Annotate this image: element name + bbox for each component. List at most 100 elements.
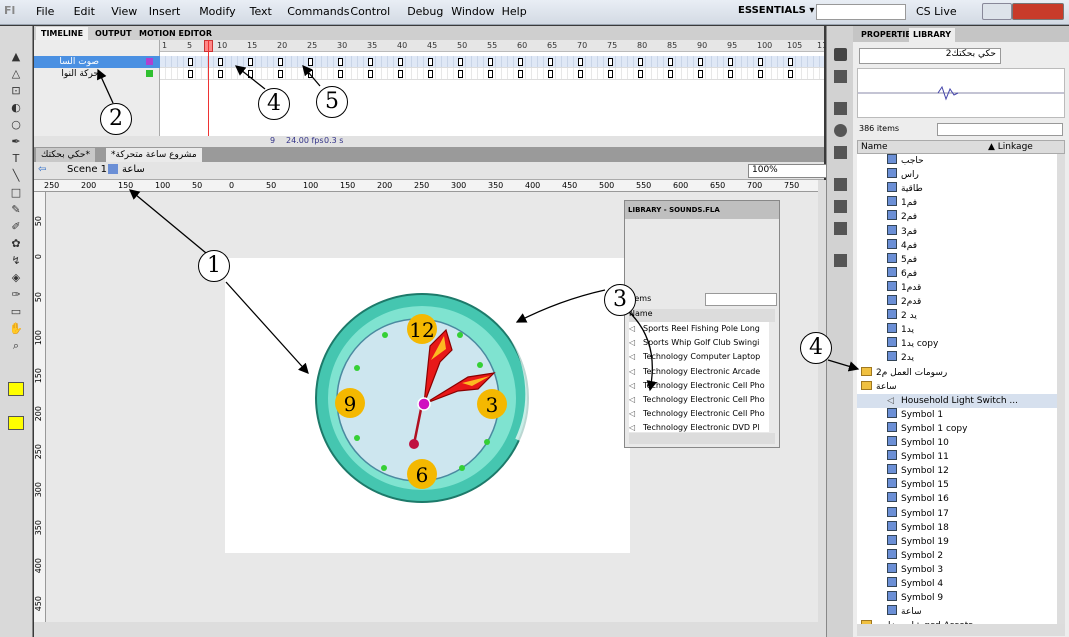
keyframe[interactable] [188, 70, 193, 78]
deco-tool-icon[interactable]: ✿ [8, 237, 24, 251]
keyframe[interactable] [428, 58, 433, 66]
help-search-input[interactable] [816, 4, 906, 20]
eyedropper-tool-icon[interactable]: ✑ [8, 288, 24, 302]
list-item[interactable]: Symbol 9 [857, 591, 1057, 605]
menu-modify[interactable]: Modify [199, 5, 235, 18]
layer-name[interactable]: حركة النوا [44, 68, 99, 80]
list-item[interactable]: راس [857, 168, 1057, 182]
text-tool-icon[interactable]: T [8, 152, 24, 166]
list-item[interactable]: ◁ Technology Electronic Cell Pho [629, 407, 769, 421]
list-item[interactable]: فم4 [857, 238, 1057, 253]
list-item[interactable]: Symbol 12 [857, 464, 1057, 478]
doc-tab-active[interactable]: *مشروع ساعة متحركة [106, 148, 202, 162]
keyframe[interactable] [218, 58, 223, 66]
frame-row[interactable] [160, 56, 824, 68]
list-item[interactable]: يد1 copy [857, 337, 1057, 351]
fill-color-swatch[interactable] [8, 416, 24, 430]
layer-row[interactable]: حركة النوا [34, 68, 160, 80]
floating-library-header[interactable]: Name [629, 309, 775, 322]
align-panel-icon[interactable] [834, 102, 847, 115]
keyframe[interactable] [278, 58, 283, 66]
list-item[interactable]: حاجب [857, 154, 1057, 168]
menu-debug[interactable]: Debug [407, 5, 443, 18]
floating-library-title[interactable]: LIBRARY - SOUNDS.FLA [625, 201, 779, 219]
motion-presets-icon[interactable] [834, 222, 847, 235]
keyframe[interactable] [458, 58, 463, 66]
zoom-select[interactable]: 100% [748, 164, 828, 178]
keyframe[interactable] [308, 58, 313, 66]
minimize-button[interactable] [982, 3, 1012, 20]
menu-commands[interactable]: Commands [287, 5, 349, 18]
keyframe[interactable] [248, 58, 253, 66]
color-panel-icon[interactable] [834, 48, 847, 61]
transform-panel-icon[interactable] [834, 146, 847, 159]
list-item[interactable]: فم5 [857, 252, 1057, 267]
keyframe[interactable] [758, 70, 763, 78]
menu-view[interactable]: View [111, 5, 137, 18]
stage-horizontal-scrollbar[interactable] [34, 622, 826, 637]
keyframe[interactable] [608, 58, 613, 66]
keyframe[interactable] [488, 70, 493, 78]
keyframe[interactable] [188, 58, 193, 66]
keyframe[interactable] [788, 70, 793, 78]
keyframe[interactable] [728, 58, 733, 66]
brush-tool-icon[interactable]: ✐ [8, 220, 24, 234]
keyframe[interactable] [608, 70, 613, 78]
layer-row[interactable]: صوت السا [34, 56, 160, 68]
menu-insert[interactable]: Insert [149, 5, 181, 18]
list-item[interactable]: فم1 [857, 196, 1057, 210]
keyframe[interactable] [248, 70, 253, 78]
keyframe[interactable] [338, 58, 343, 66]
rectangle-tool-icon[interactable]: □ [8, 186, 24, 200]
keyframe[interactable] [398, 70, 403, 78]
list-item[interactable]: Symbol 1 copy [857, 421, 1057, 436]
tab-library[interactable]: LIBRARY [909, 28, 956, 42]
keyframe[interactable] [308, 70, 313, 78]
bone-tool-icon[interactable]: ↯ [8, 254, 24, 268]
tab-output[interactable]: OUTPUT [90, 27, 137, 40]
project-panel-icon[interactable] [834, 254, 847, 267]
list-item[interactable]: ساعة [857, 380, 1057, 394]
tab-timeline[interactable]: TIMELINE [36, 27, 89, 40]
info-panel-icon[interactable] [834, 124, 847, 137]
keyframe[interactable] [578, 70, 583, 78]
tab-motion-editor[interactable]: MOTION EDITOR [134, 27, 217, 40]
keyframe[interactable] [398, 58, 403, 66]
library-scrollbar[interactable] [1057, 154, 1065, 624]
list-item[interactable]: فم3 [857, 224, 1057, 239]
menu-control[interactable]: Control [350, 5, 390, 18]
list-item[interactable]: Symbol 18 [857, 520, 1057, 535]
stroke-color-swatch[interactable] [8, 382, 24, 396]
lasso-tool-icon[interactable]: ○ [8, 118, 24, 132]
frame-ruler[interactable]: 1 5 10 15 20 25 30 35 40 45 50 55 60 65 70 75 80 85 90 95 10… [160, 40, 827, 52]
scene-name[interactable]: Scene 1 [67, 164, 107, 175]
list-item[interactable]: Symbol 19 [857, 534, 1057, 549]
list-item[interactable]: Symbol 1 [857, 407, 1057, 422]
keyframe[interactable] [218, 70, 223, 78]
list-item[interactable]: ◁ Technology Electronic Arcade [629, 365, 769, 379]
keyframe[interactable] [458, 70, 463, 78]
list-item[interactable]: Symbol 16 [857, 492, 1057, 506]
list-item[interactable]: يد1 [857, 323, 1057, 337]
list-item[interactable]: Symbol 2 [857, 548, 1057, 563]
floating-library-panel[interactable]: LIBRARY - SOUNDS.FLA items Name ◁ Sports … [624, 200, 780, 448]
workspace-switcher[interactable]: ESSENTIALS ▾ [738, 5, 814, 16]
keyframe[interactable] [548, 70, 553, 78]
list-item[interactable]: ◁ Technology Electronic Cell Pho [629, 393, 769, 407]
keyframe[interactable] [668, 70, 673, 78]
keyframe[interactable] [698, 58, 703, 66]
keyframe[interactable] [548, 58, 553, 66]
list-item[interactable]: قدم2 [857, 295, 1057, 309]
list-item[interactable]: Symbol 15 [857, 478, 1057, 492]
selection-tool-icon[interactable]: ▲ [8, 50, 24, 64]
list-item[interactable]: Symbol 17 [857, 506, 1057, 521]
name-column[interactable]: Name [629, 309, 653, 318]
list-item[interactable]: ◁ Household Light Switch ... [857, 393, 1057, 408]
menu-edit[interactable]: Edit [74, 5, 95, 18]
3d-rotation-tool-icon[interactable]: ◐ [8, 101, 24, 115]
list-item[interactable]: Symbol 11 [857, 450, 1057, 464]
zoom-tool-icon[interactable]: ⌕ [8, 339, 24, 353]
keyframe[interactable] [728, 70, 733, 78]
menu-file[interactable]: File [36, 5, 54, 18]
frame-rate[interactable]: 24.00 fps [286, 136, 324, 145]
